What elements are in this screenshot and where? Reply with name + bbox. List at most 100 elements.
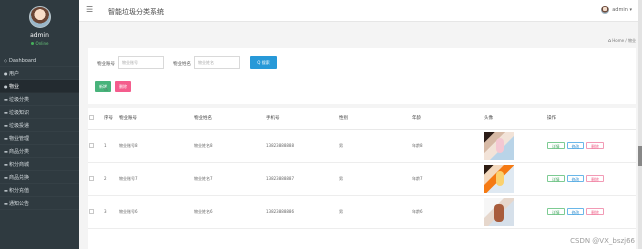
user-avatar-icon bbox=[600, 5, 609, 14]
column-name: 物业姓名 bbox=[193, 108, 265, 130]
name-input[interactable]: 物业姓名 bbox=[194, 56, 240, 69]
row-index: 1 bbox=[103, 129, 118, 163]
avatar-photo bbox=[484, 197, 514, 226]
row-avatar-cell bbox=[483, 129, 546, 163]
row-checkbox[interactable] bbox=[89, 142, 94, 148]
row-account: 物业账号8 bbox=[118, 129, 193, 163]
search-button[interactable]: Q 搜索 bbox=[250, 56, 277, 69]
sidebar-item-label: 垃圾知识 bbox=[9, 110, 30, 116]
sidebar-item-label: 垃圾投递 bbox=[9, 123, 30, 129]
breadcrumb: ⌂ Home / 物业 bbox=[608, 38, 636, 44]
row-age: 年龄8 bbox=[411, 129, 483, 163]
sidebar-item[interactable]: ▬垃圾分类 bbox=[0, 93, 79, 106]
row-gender: 男 bbox=[338, 195, 411, 229]
row-delete-button[interactable]: 删除 bbox=[586, 208, 604, 215]
sidebar-item[interactable]: ▬物业管理 bbox=[0, 132, 79, 145]
sidebar-item[interactable]: ● 物业 bbox=[0, 80, 79, 93]
select-all-checkbox[interactable] bbox=[89, 114, 94, 120]
row-checkbox[interactable] bbox=[89, 208, 94, 214]
sidebar-item-label: 通知公告 bbox=[9, 201, 30, 207]
row-select-cell bbox=[88, 129, 103, 163]
sidebar-item-icon: ● bbox=[4, 71, 8, 76]
column-phone: 手机号 bbox=[265, 108, 338, 130]
sidebar-item[interactable]: ● 用户 bbox=[0, 67, 79, 80]
table-row: 2 物业账号7 物业姓名7 13823888887 男年龄7 详情 修改 删除 bbox=[88, 162, 636, 196]
user-menu[interactable]: admin ▾ bbox=[600, 5, 632, 15]
detail-button[interactable]: 详情 bbox=[547, 208, 565, 215]
sidebar-item-icon: ▬ bbox=[4, 110, 8, 115]
breadcrumb-home[interactable]: Home bbox=[612, 38, 624, 43]
system-title: 智能垃圾分类系统 bbox=[108, 8, 164, 16]
sidebar-item-icon: ▬ bbox=[4, 97, 8, 102]
row-account: 物业账号6 bbox=[118, 195, 193, 229]
sidebar-item[interactable]: ▬通知公告 bbox=[0, 197, 79, 210]
property-table: 序号 物业账号 物业姓名 手机号 性别 年龄 头像 操作 1 物业账号8 物业姓名8… bbox=[88, 108, 636, 249]
row-name: 物业姓名8 bbox=[193, 129, 265, 163]
menu-icon[interactable]: ☰ bbox=[86, 5, 93, 14]
table-header-row: 序号 物业账号 物业姓名 手机号 性别 年龄 头像 操作 bbox=[88, 108, 636, 130]
edit-button[interactable]: 修改 bbox=[566, 142, 585, 149]
sidebar: admin Online ◇ Dashboard ● 用户 ● 物业 ▬垃圾分类 ▬垃圾知识 ▬… bbox=[0, 0, 79, 249]
detail-button[interactable]: 详情 bbox=[547, 142, 565, 149]
column-age: 年龄 bbox=[411, 108, 483, 130]
sidebar-item[interactable]: ▬商品分类 bbox=[0, 145, 79, 158]
sidebar-menu: ◇ Dashboard ● 用户 ● 物业 ▬垃圾分类 ▬垃圾知识 ▬垃圾投递 ▬物业管理 ▬商品分… bbox=[0, 54, 79, 210]
row-checkbox[interactable] bbox=[89, 175, 94, 181]
search-panel: 物业账号 物业账号 物业姓名 物业姓名 Q 搜索 新增 删除 ☝ bbox=[88, 48, 636, 104]
account-input[interactable]: 物业账号 bbox=[118, 56, 164, 69]
scrollbar-thumb[interactable] bbox=[638, 146, 642, 166]
detail-button[interactable]: 详情 bbox=[547, 175, 565, 182]
edit-button[interactable]: 修改 bbox=[566, 175, 585, 182]
row-index: 2 bbox=[103, 162, 118, 196]
row-name: 物业姓名7 bbox=[193, 162, 265, 196]
breadcrumb-current: 物业 bbox=[628, 38, 636, 43]
table-row: 1 物业账号8 物业姓名8 13823888888 男年龄8 详情 修改 删除 bbox=[88, 129, 636, 163]
sidebar-item-label: 商品兑换 bbox=[9, 175, 30, 181]
sidebar-item-icon: ▬ bbox=[4, 175, 8, 180]
online-status: Online bbox=[0, 41, 79, 46]
column-operations: 操作 bbox=[546, 108, 636, 130]
row-phone: 13823888887 bbox=[265, 162, 338, 196]
row-phone: 13823888888 bbox=[265, 129, 338, 163]
row-name: 物业姓名6 bbox=[193, 195, 265, 229]
sidebar-item[interactable]: ▬积分充值 bbox=[0, 184, 79, 197]
row-avatar-cell bbox=[483, 162, 546, 196]
edit-button[interactable]: 修改 bbox=[566, 208, 585, 215]
csdn-watermark: CSDN @VX_bszj66 bbox=[570, 237, 635, 245]
account-placeholder: 物业账号 bbox=[122, 59, 138, 65]
table-row: 3 物业账号6 物业姓名6 13823888886 男年龄6 详情 修改 删除 bbox=[88, 195, 636, 229]
sidebar-username: admin bbox=[30, 32, 49, 39]
home-icon: ⌂ bbox=[607, 38, 611, 44]
sidebar-item-label: 用户 bbox=[9, 71, 20, 77]
sidebar-item-icon: ● bbox=[4, 84, 8, 89]
sidebar-item[interactable]: ▬垃圾知识 bbox=[0, 106, 79, 119]
name-label: 物业姓名 bbox=[173, 62, 191, 67]
sidebar-item[interactable]: ▬商品兑换 bbox=[0, 171, 79, 184]
page-scrollbar[interactable] bbox=[638, 0, 642, 249]
sidebar-item-icon: ▬ bbox=[4, 162, 8, 167]
account-label: 物业账号 bbox=[97, 62, 115, 67]
row-phone: 13823888886 bbox=[265, 195, 338, 229]
row-operations: 详情 修改 删除 bbox=[546, 195, 636, 229]
sidebar-item-icon: ▬ bbox=[4, 201, 8, 206]
row-delete-button[interactable]: 删除 bbox=[586, 142, 604, 149]
row-account: 物业账号7 bbox=[118, 162, 193, 196]
sidebar-item[interactable]: ▬积分商城 bbox=[0, 158, 79, 171]
row-age: 年龄6 bbox=[411, 195, 483, 229]
sidebar-item-label: 物业管理 bbox=[9, 136, 30, 142]
row-select-cell bbox=[88, 162, 103, 196]
sidebar-item-label: 物业 bbox=[9, 84, 20, 90]
row-operations: 详情 修改 删除 bbox=[546, 129, 636, 163]
avatar bbox=[28, 6, 51, 28]
hand-cursor-icon: ☝ bbox=[104, 86, 108, 93]
top-header: ☰ 智能垃圾分类系统 admin ▾ bbox=[79, 0, 642, 22]
select-all-header[interactable] bbox=[88, 108, 103, 130]
sidebar-item-label: 商品分类 bbox=[9, 149, 30, 155]
sidebar-item[interactable]: ▬垃圾投递 bbox=[0, 119, 79, 132]
name-placeholder: 物业姓名 bbox=[198, 59, 214, 65]
sidebar-item-icon: ▬ bbox=[4, 149, 8, 154]
sidebar-item[interactable]: ◇ Dashboard bbox=[0, 54, 79, 67]
delete-button[interactable]: 删除 bbox=[115, 81, 131, 92]
row-delete-button[interactable]: 删除 bbox=[586, 175, 604, 182]
row-select-cell bbox=[88, 195, 103, 229]
